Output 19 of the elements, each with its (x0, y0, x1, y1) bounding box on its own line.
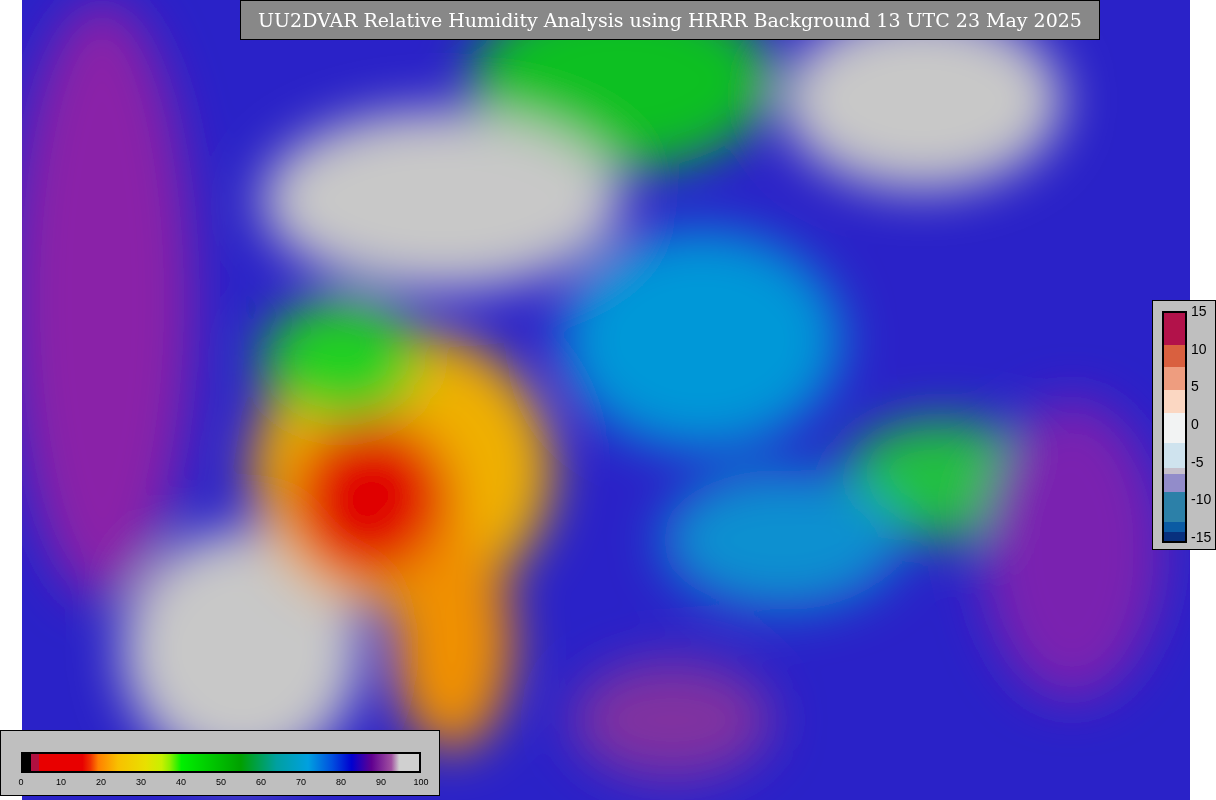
colorbar-tick-label: 100 (413, 776, 429, 789)
colorbar-tick-label: 10 (1191, 340, 1208, 357)
colorbar-tick-label: 15 (1191, 303, 1208, 319)
colorbar-tick-label: -5 (1191, 453, 1205, 470)
colorbar-tick-label: 0 (1191, 415, 1200, 432)
colorbar-tick-label: 0 (18, 776, 24, 789)
colorbar-tick-label: 80 (336, 776, 346, 789)
colorbar-tick-label: 60 (256, 776, 266, 789)
colorbar-tick-label: 5 (1191, 378, 1200, 395)
map-title: UU2DVAR Relative Humidity Analysis using HRRR Background 13 UTC 23 May 2025 (240, 0, 1100, 40)
colorbar-tick-label: -15 (1191, 528, 1212, 545)
colorbar-tick-label: -10 (1191, 491, 1212, 508)
colorbar-tick-label: 50 (216, 776, 226, 789)
colorbar-tick-label: 40 (176, 776, 186, 789)
colorbar-tick-label: 90 (376, 776, 386, 789)
colorbar-tick-label: 20 (96, 776, 106, 789)
colorbar-tick-label: 30 (136, 776, 146, 789)
colorbar-tick-label: 70 (296, 776, 306, 789)
colorbar-tick-label: 10 (56, 776, 66, 789)
